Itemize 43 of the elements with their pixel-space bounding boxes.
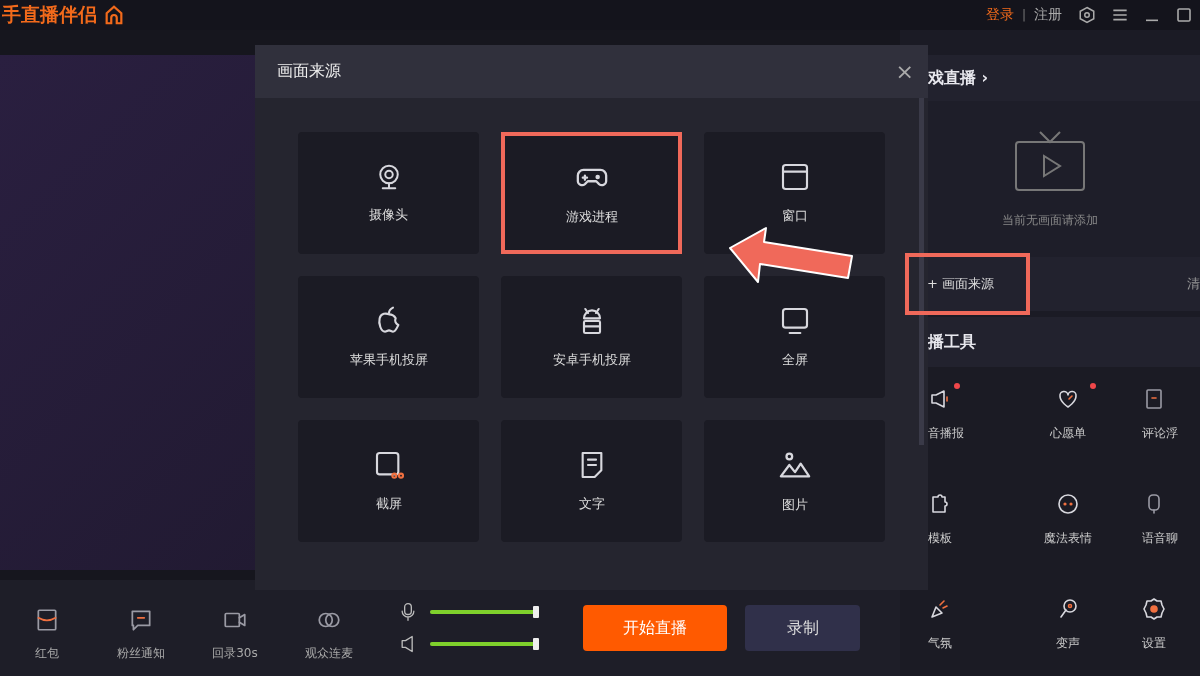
- tool-label[interactable]: 魔法表情: [1044, 530, 1092, 547]
- tool-label[interactable]: 模板: [928, 530, 952, 547]
- maximize-icon[interactable]: [1176, 7, 1192, 23]
- tool-label[interactable]: 评论浮: [1142, 425, 1178, 442]
- source-card[interactable]: 截屏: [298, 420, 479, 542]
- scrollbar[interactable]: [919, 98, 924, 445]
- separator: |: [1021, 8, 1026, 22]
- dialog-title: 画面来源: [277, 61, 341, 82]
- source-card[interactable]: 摄像头: [298, 132, 479, 254]
- menu-icon[interactable]: [1112, 7, 1128, 23]
- envelope-icon: [34, 606, 60, 633]
- register-link[interactable]: 注册: [1034, 6, 1062, 24]
- tool-label[interactable]: 观众连麦: [305, 644, 353, 662]
- source-card[interactable]: 苹果手机投屏: [298, 276, 479, 398]
- close-button[interactable]: ×: [895, 59, 914, 84]
- tool-label[interactable]: 语音聊: [1142, 530, 1178, 547]
- source-card[interactable]: 游戏进程: [501, 132, 682, 254]
- empty-text: 当前无画面请添加: [1002, 211, 1098, 229]
- tool-label[interactable]: 设置: [1142, 635, 1166, 652]
- tool-label[interactable]: 心愿单: [1050, 425, 1086, 442]
- tool-label[interactable]: 变声: [1056, 635, 1080, 652]
- tv-icon: [1014, 129, 1086, 192]
- app-title: 手直播伴侣: [2, 2, 97, 27]
- source-card[interactable]: 图片: [704, 420, 885, 542]
- tool-label[interactable]: 红包: [35, 644, 59, 662]
- record-button[interactable]: 录制: [745, 605, 860, 651]
- tool-label[interactable]: 音播报: [928, 425, 964, 442]
- source-card[interactable]: 窗口: [704, 132, 885, 254]
- tool-label[interactable]: 气氛: [928, 635, 952, 652]
- source-card[interactable]: 文字: [501, 420, 682, 542]
- login-link[interactable]: 登录: [985, 6, 1014, 24]
- gear-icon: [1142, 597, 1166, 621]
- add-source-button[interactable]: + 画面来源: [907, 255, 1028, 313]
- source-card[interactable]: 全屏: [704, 276, 885, 398]
- source-card[interactable]: 安卓手机投屏: [501, 276, 682, 398]
- home-icon[interactable]: [103, 4, 125, 26]
- tool-label[interactable]: 粉丝通知: [117, 644, 165, 662]
- section-title: 播工具: [928, 317, 1200, 367]
- settings-icon[interactable]: [1078, 6, 1096, 24]
- face-icon: [1056, 492, 1080, 516]
- clear-button[interactable]: 清: [1187, 275, 1200, 293]
- tool-label[interactable]: 回录30s: [212, 644, 258, 662]
- section-title[interactable]: 戏直播 ›: [928, 55, 1200, 101]
